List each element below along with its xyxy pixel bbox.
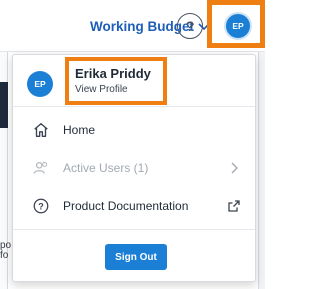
user-avatar-button[interactable]: EP [224,12,252,40]
home-icon [31,120,51,140]
menu-item-product-documentation[interactable]: ? Product Documentation [13,187,255,225]
profile-name: Erika Priddy [75,66,151,81]
help-button[interactable]: ? [177,13,203,39]
sign-out-button[interactable]: Sign Out [105,244,167,270]
background-text: fo [0,250,9,261]
divider [13,229,255,230]
background-page-right [258,52,265,289]
svg-text:?: ? [38,202,44,212]
menu-item-active-users: Active Users (1) [13,149,255,187]
external-link-icon [227,199,241,213]
menu-item-label: Home [63,123,96,137]
profile-highlight-box [65,57,167,105]
background-dark-banner [0,82,8,128]
menu-item-label: Product Documentation [63,199,189,213]
user-menu-dropdown: EP Erika Priddy View Profile Home Active… [12,54,256,282]
users-icon [31,158,51,178]
profile-header: EP Erika Priddy View Profile [13,55,255,107]
chevron-right-icon [227,161,241,175]
avatar: EP [27,71,53,97]
help-icon: ? [185,18,195,34]
help-circle-icon: ? [31,196,51,216]
avatar-initials: EP [232,21,244,31]
profile-avatar-initials: EP [34,79,46,89]
view-profile-link[interactable]: View Profile [75,84,128,95]
menu-item-label: Active Users (1) [63,161,149,175]
top-bar: Working Budget ? EP [0,0,265,52]
menu-item-home[interactable]: Home [13,111,255,149]
